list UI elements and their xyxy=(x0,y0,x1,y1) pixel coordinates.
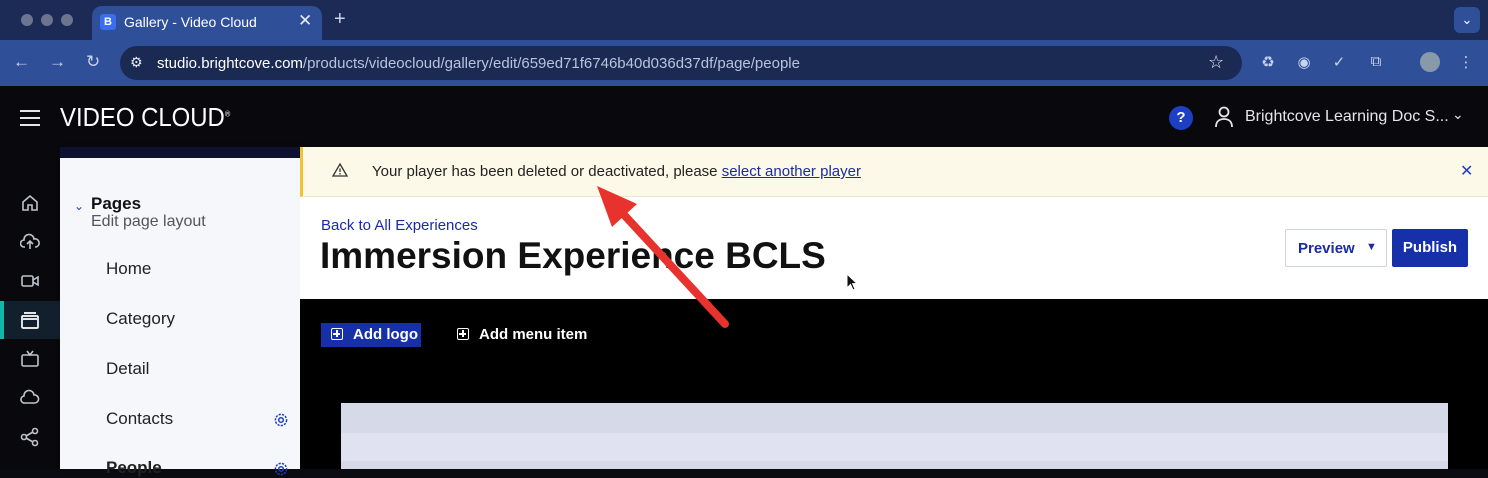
media-icon xyxy=(21,275,39,287)
browser-toolbar: ← → ↻ ⚙ studio.brightcove.com/products/v… xyxy=(0,40,1488,86)
preview-button[interactable]: Preview ▼ xyxy=(1285,229,1387,267)
video-cloud-logo[interactable]: VIDEO CLOUD® xyxy=(60,102,230,133)
url-path: /products/videocloud/gallery/edit/659ed7… xyxy=(302,55,800,72)
rail-item-home[interactable] xyxy=(0,184,60,222)
upload-icon xyxy=(20,233,40,249)
add-menu-item-button[interactable]: Add menu item xyxy=(456,323,596,347)
recycle-extension-icon[interactable]: ♻ xyxy=(1259,53,1277,71)
back-arrow-icon[interactable]: ← xyxy=(13,52,30,72)
url-text[interactable]: studio.brightcove.com/products/videoclou… xyxy=(157,55,800,72)
plus-square-icon xyxy=(331,328,343,340)
people-settings-gear-icon[interactable] xyxy=(273,461,289,477)
publish-button[interactable]: Publish xyxy=(1392,229,1468,267)
account-menu[interactable]: Brightcove Learning Doc S... xyxy=(1245,108,1449,126)
cloud-playout-icon xyxy=(20,389,40,404)
tab-close-icon[interactable]: ✕ xyxy=(298,11,312,31)
alert-message-text: Your player has been deleted or deactiva… xyxy=(372,163,722,180)
rail-item-live[interactable] xyxy=(0,340,60,378)
forward-arrow-icon[interactable]: → xyxy=(49,52,66,72)
puzzle-extensions-icon[interactable]: ⧉ xyxy=(1367,53,1385,71)
tab-title: Gallery - Video Cloud xyxy=(124,14,257,30)
collapse-chevron-icon[interactable]: ⌄ xyxy=(74,199,84,213)
home-icon xyxy=(22,194,38,211)
chevron-down-icon[interactable]: ⌄ xyxy=(1452,106,1464,123)
page-title: Immersion Experience BCLS xyxy=(320,235,826,276)
add-logo-label: Add logo xyxy=(353,326,418,343)
close-icon[interactable]: ✕ xyxy=(1460,161,1473,181)
page-item-people[interactable]: People xyxy=(106,458,162,478)
rail-item-upload[interactable] xyxy=(0,223,60,261)
plus-square-icon xyxy=(457,328,469,340)
bookmark-star-icon[interactable]: ☆ xyxy=(1208,52,1224,73)
browser-menu-icon[interactable]: ⋮ xyxy=(1457,53,1475,71)
tab-search-chevron-icon[interactable]: ⌄ xyxy=(1454,7,1480,33)
page-item-category[interactable]: Category xyxy=(106,309,175,329)
window-close-control[interactable] xyxy=(21,14,33,26)
contacts-settings-gear-icon[interactable] xyxy=(273,412,289,428)
panel-top-strip xyxy=(60,147,300,158)
page-item-contacts[interactable]: Contacts xyxy=(106,409,173,429)
alert-message: Your player has been deleted or deactiva… xyxy=(372,163,861,180)
player-warning-alert: Your player has been deleted or deactiva… xyxy=(300,147,1488,197)
select-another-player-link[interactable]: select another player xyxy=(722,163,861,180)
hero-placeholder[interactable] xyxy=(341,403,1448,469)
brightcove-favicon-icon: B xyxy=(100,14,116,30)
page-item-detail[interactable]: Detail xyxy=(106,359,149,379)
browser-tab[interactable]: B Gallery - Video Cloud ✕ xyxy=(92,6,322,40)
experience-editor: Your player has been deleted or deactiva… xyxy=(300,147,1488,469)
preview-label: Preview xyxy=(1298,240,1355,257)
module-nav-rail xyxy=(0,147,60,469)
window-minimize-control[interactable] xyxy=(41,14,53,26)
add-menu-item-label: Add menu item xyxy=(479,326,588,343)
chevron-down-icon: ▼ xyxy=(1366,241,1377,253)
address-bar[interactable]: ⚙ studio.brightcove.com/products/videocl… xyxy=(120,46,1242,80)
back-to-experiences-link[interactable]: Back to All Experiences xyxy=(321,217,478,234)
browser-tab-bar: B Gallery - Video Cloud ✕ + ⌄ xyxy=(0,0,1488,40)
add-logo-button[interactable]: Add logo xyxy=(321,323,421,347)
brand-mark: ® xyxy=(224,109,231,119)
record-extension-icon[interactable]: ◉ xyxy=(1295,53,1313,71)
rail-item-social[interactable] xyxy=(0,418,60,456)
profile-avatar[interactable] xyxy=(1420,52,1440,72)
help-icon[interactable]: ? xyxy=(1169,106,1193,130)
site-info-icon[interactable]: ⚙ xyxy=(130,54,148,72)
brand-text: VIDEO CLOUD xyxy=(60,102,225,132)
rail-item-gallery[interactable] xyxy=(0,301,60,339)
app-header: VIDEO CLOUD® ? Brightcove Learning Doc S… xyxy=(0,86,1488,147)
reload-icon[interactable]: ↻ xyxy=(86,52,100,72)
pages-subheading: Edit page layout xyxy=(91,213,206,230)
rail-item-cloud[interactable] xyxy=(0,379,60,417)
warning-triangle-icon xyxy=(332,162,348,177)
mouse-cursor-icon xyxy=(846,273,859,291)
social-icon xyxy=(20,427,39,447)
live-icon xyxy=(21,350,39,367)
page-item-home[interactable]: Home xyxy=(106,259,151,279)
window-zoom-control[interactable] xyxy=(61,14,73,26)
new-tab-icon[interactable]: + xyxy=(334,8,346,31)
gallery-icon xyxy=(21,312,39,329)
pages-panel: ⌄ Pages Edit page layout Home Category D… xyxy=(60,147,300,477)
page-preview-canvas: Add logo Add menu item xyxy=(300,299,1488,469)
rail-item-media[interactable] xyxy=(0,262,60,300)
placeholder-band xyxy=(341,433,1448,461)
hamburger-menu-icon[interactable] xyxy=(20,110,40,126)
url-host: studio.brightcove.com xyxy=(157,55,303,72)
user-icon xyxy=(1215,106,1233,128)
check-extension-icon[interactable]: ✓ xyxy=(1330,53,1348,71)
pages-heading[interactable]: Pages xyxy=(91,194,141,214)
